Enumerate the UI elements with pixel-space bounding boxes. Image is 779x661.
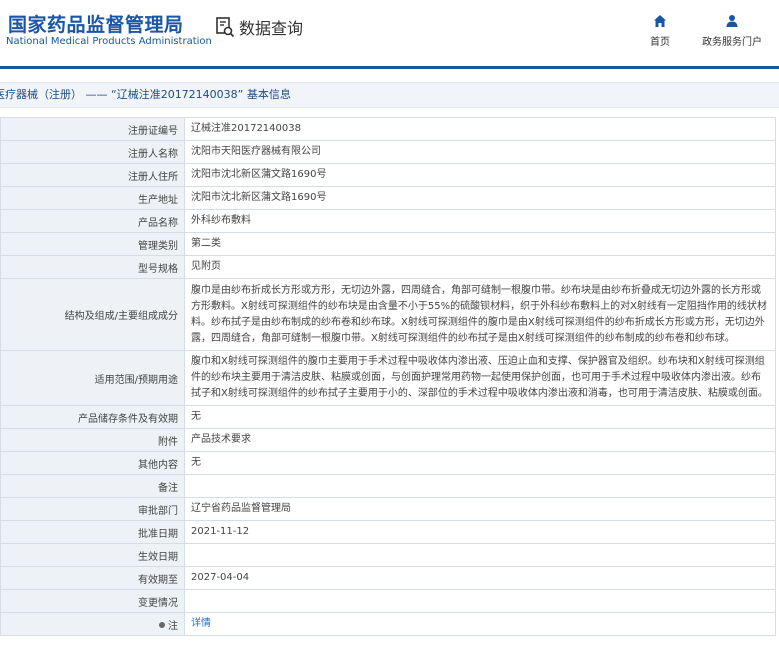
field-value: 沈阳市沈北新区蒲文路1690号 (184, 163, 776, 187)
field-value: 沈阳市天阳医疗器械有限公司 (184, 140, 776, 164)
details-link[interactable]: 详情 (191, 618, 211, 629)
table-row: 其他内容 无 (0, 451, 776, 475)
field-key: 变更情况 (0, 589, 185, 613)
table-row: 批准日期 2021-11-12 (0, 520, 776, 544)
table-row: 注册人名称 沈阳市天阳医疗器械有限公司 (0, 140, 776, 164)
table-row: 结构及组成/主要组成成分 腹巾是由纱布折成长方形或方形，无切边外露，四周缝合，角… (0, 278, 776, 351)
bullet-icon (159, 621, 165, 628)
field-value (184, 543, 776, 567)
data-query-title: 数据查询 (215, 15, 303, 39)
site-logo-en[interactable]: National Medical Products Administration (6, 36, 212, 47)
field-key: 生产地址 (0, 186, 185, 210)
table-row: 型号规格 见附页 (0, 255, 776, 279)
table-row: 有效期至 2027-04-04 (0, 566, 776, 590)
table-row: 生产地址 沈阳市沈北新区蒲文路1690号 (0, 186, 776, 210)
table-row: 注 详情 (0, 612, 776, 636)
field-key: 注册人名称 (0, 140, 185, 164)
table-row: 管理类别 第二类 (0, 232, 776, 256)
field-value: 腹巾是由纱布折成长方形或方形，无切边外露，四周缝合，角部可缝制一根腹巾带。纱布块… (184, 278, 776, 351)
nav-home[interactable]: 首页 (625, 12, 695, 48)
site-logo-cn[interactable]: 国家药品监督管理局 (8, 10, 184, 37)
table-row: 注册证编号 辽械注准20172140038 (0, 117, 776, 141)
field-value (184, 589, 776, 613)
field-value: 2021-11-12 (184, 520, 776, 544)
site-header: 国家药品监督管理局 National Medical Products Admi… (0, 0, 779, 62)
table-row: 产品名称 外科纱布敷料 (0, 209, 776, 233)
field-key: 注册人住所 (0, 163, 185, 187)
field-key: 有效期至 (0, 566, 185, 590)
field-value: 2027-04-04 (184, 566, 776, 590)
field-key: 其他内容 (0, 451, 185, 475)
field-value: 辽械注准20172140038 (184, 117, 776, 141)
breadcrumb-text: 医疗器械（注册） —— “辽械注准20172140038” 基本信息 (0, 88, 291, 101)
field-key: 适用范围/预期用途 (0, 350, 185, 406)
table-row: 审批部门 辽宁省药品监督管理局 (0, 497, 776, 521)
field-value (184, 474, 776, 498)
field-key: 型号规格 (0, 255, 185, 279)
field-key: 产品储存条件及有效期 (0, 405, 185, 429)
header-divider (0, 66, 779, 69)
registration-info-table: 注册证编号 辽械注准20172140038 注册人名称 沈阳市天阳医疗器械有限公… (0, 117, 776, 636)
field-value: 沈阳市沈北新区蒲文路1690号 (184, 186, 776, 210)
field-key: 注册证编号 (0, 117, 185, 141)
field-value: 第二类 (184, 232, 776, 256)
field-key: 注 (168, 620, 178, 632)
field-key: 生效日期 (0, 543, 185, 567)
field-value: 外科纱布敷料 (184, 209, 776, 233)
document-search-icon (216, 17, 235, 38)
table-row: 附件 产品技术要求 (0, 428, 776, 452)
table-row: 生效日期 (0, 543, 776, 567)
field-key: 审批部门 (0, 497, 185, 521)
nav-service-portal[interactable]: 政务服务门户 (697, 12, 767, 48)
field-value-cell: 详情 (184, 612, 776, 636)
field-key: 管理类别 (0, 232, 185, 256)
breadcrumb: 医疗器械（注册） —— “辽械注准20172140038” 基本信息 (0, 82, 779, 108)
data-query-label: 数据查询 (239, 19, 304, 38)
home-icon (653, 12, 667, 30)
table-row: 备注 (0, 474, 776, 498)
field-value: 产品技术要求 (184, 428, 776, 452)
field-key: 产品名称 (0, 209, 185, 233)
field-value: 无 (184, 405, 776, 429)
field-key: 备注 (0, 474, 185, 498)
nav-service-portal-label: 政务服务门户 (702, 37, 762, 48)
field-value: 辽宁省药品监督管理局 (184, 497, 776, 521)
field-key: 附件 (0, 428, 185, 452)
field-key: 结构及组成/主要组成成分 (0, 278, 185, 351)
table-row: 注册人住所 沈阳市沈北新区蒲文路1690号 (0, 163, 776, 187)
field-value: 见附页 (184, 255, 776, 279)
field-value: 无 (184, 451, 776, 475)
note-key-cell: 注 (0, 612, 185, 636)
table-row: 适用范围/预期用途 腹巾和X射线可探测组件的腹巾主要用于手术过程中吸收体内渗出液… (0, 350, 776, 406)
user-icon (725, 12, 739, 30)
table-row: 产品储存条件及有效期 无 (0, 405, 776, 429)
field-key: 批准日期 (0, 520, 185, 544)
nav-home-label: 首页 (650, 37, 670, 48)
field-value: 腹巾和X射线可探测组件的腹巾主要用于手术过程中吸收体内渗出液、压迫止血和支撑、保… (184, 350, 776, 406)
table-row: 变更情况 (0, 589, 776, 613)
